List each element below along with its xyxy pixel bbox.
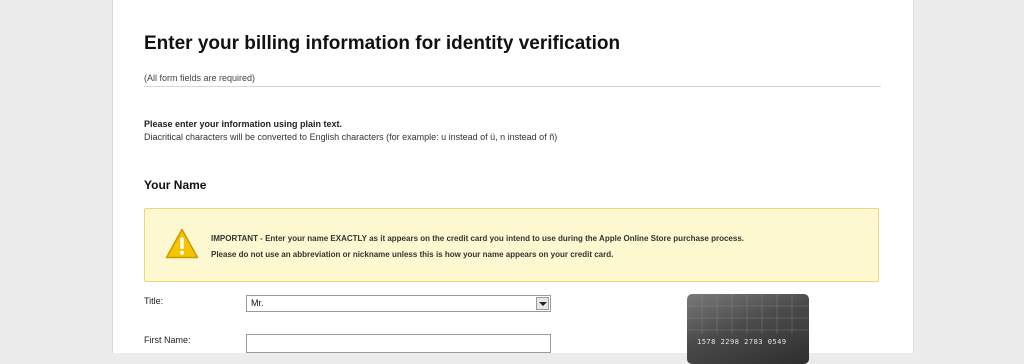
alert-line-1: IMPORTANT - Enter your name EXACTLY as i…	[211, 234, 744, 243]
plain-text-heading: Please enter your information using plai…	[144, 119, 343, 129]
card-pattern	[687, 294, 809, 334]
plain-text-description: Diacritical characters will be converted…	[144, 132, 558, 142]
title-divider	[144, 86, 881, 87]
warning-icon	[165, 228, 199, 259]
credit-card-image: 1578 2298 2783 0549	[687, 294, 809, 364]
required-fields-note: (All form fields are required)	[144, 73, 256, 83]
title-label: Title:	[144, 296, 164, 306]
billing-form-page: Enter your billing information for ident…	[112, 0, 914, 364]
alert-line-2: Please do not use an abbreviation or nic…	[211, 250, 614, 259]
page-title: Enter your billing information for ident…	[144, 33, 621, 54]
chevron-down-icon[interactable]	[536, 297, 549, 310]
first-name-label: First Name:	[144, 335, 191, 345]
first-name-input[interactable]	[246, 334, 551, 353]
important-alert: IMPORTANT - Enter your name EXACTLY as i…	[144, 208, 879, 282]
your-name-heading: Your Name	[144, 178, 207, 192]
title-select[interactable]: Mr.	[246, 295, 551, 312]
alert-message: IMPORTANT - Enter your name EXACTLY as i…	[211, 231, 744, 263]
title-select-value: Mr.	[251, 298, 264, 308]
card-number: 1578 2298 2783 0549	[697, 338, 787, 346]
